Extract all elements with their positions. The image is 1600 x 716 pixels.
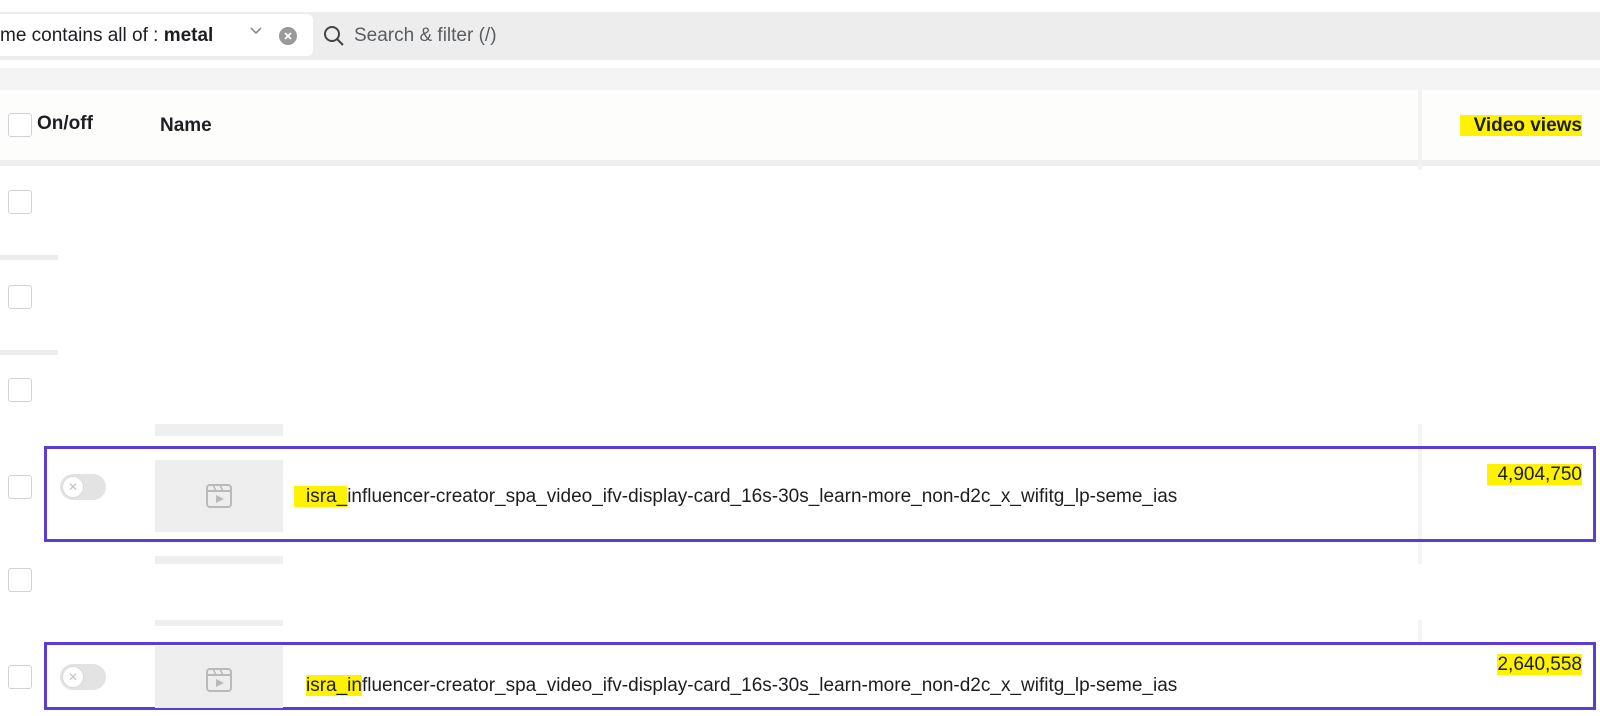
ad-thumbnail (155, 646, 283, 708)
video-views-value: 2,640,558 (1497, 654, 1582, 675)
column-header-name[interactable]: Name (160, 115, 212, 137)
video-icon (206, 484, 232, 508)
row-checkbox[interactable] (8, 190, 32, 214)
ad-thumbnail (155, 460, 283, 532)
column-header-video-views[interactable]: Video views (1459, 115, 1582, 137)
row-placeholder (155, 556, 283, 564)
select-all-checkbox[interactable] (8, 113, 32, 137)
ad-name[interactable]: isra_influencer-creator_spa_video_ifv-di… (294, 486, 1177, 508)
toggle-off-icon: ✕ (62, 666, 84, 688)
row-divider (0, 350, 58, 355)
row-checkbox[interactable] (8, 285, 32, 309)
status-toggle[interactable]: ✕ (60, 474, 106, 500)
filter-chip-value: metal (163, 25, 214, 46)
header-divider (0, 160, 1600, 166)
video-views-value: 4,904,750 (1487, 464, 1582, 486)
search-input[interactable] (354, 20, 954, 52)
row-placeholder (155, 424, 283, 436)
column-divider (1418, 90, 1422, 170)
table-header (0, 90, 1600, 160)
ad-name[interactable]: isra_influencer-creator_spa_video_ifv-di… (306, 675, 1177, 697)
row-placeholder (155, 620, 283, 626)
chevron-down-icon[interactable] (249, 26, 263, 36)
toggle-off-icon: ✕ (62, 476, 84, 498)
video-icon (206, 668, 232, 692)
clear-icon[interactable] (279, 27, 297, 45)
row-checkbox[interactable] (8, 475, 32, 499)
filter-chip-label: me contains all of : metal (0, 25, 214, 46)
row-checkbox[interactable] (8, 378, 32, 402)
row-divider (0, 255, 58, 260)
column-header-onoff[interactable]: On/off (37, 113, 93, 135)
row-checkbox[interactable] (8, 665, 32, 689)
toolbar-spacer (0, 68, 1600, 90)
filter-chip[interactable]: me contains all of : metal (0, 14, 313, 56)
row-checkbox[interactable] (8, 568, 32, 592)
status-toggle[interactable]: ✕ (60, 664, 106, 690)
search-icon[interactable] (322, 24, 346, 48)
